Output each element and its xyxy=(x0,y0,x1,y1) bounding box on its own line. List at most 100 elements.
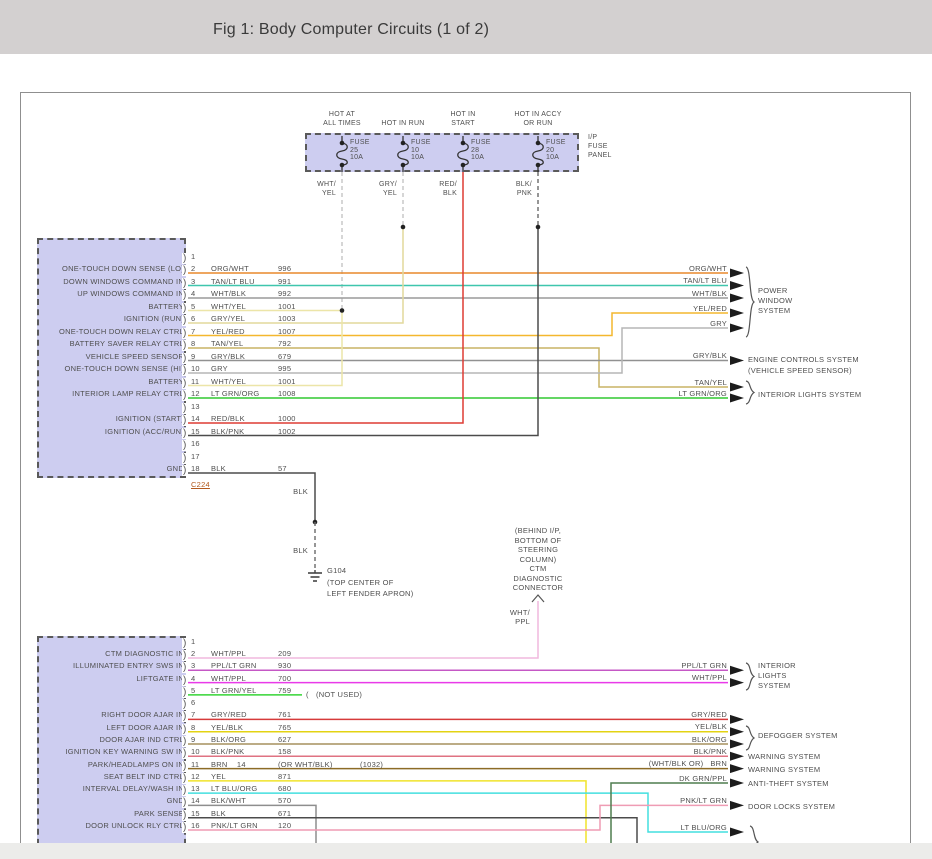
ctm-wire-color-label: PPL xyxy=(515,617,530,626)
ground-wire-color-label: BLK xyxy=(293,546,308,555)
fuse-wire-color-label: BLK/ xyxy=(515,181,532,188)
junction-dot xyxy=(460,162,466,168)
destination-wire-label: LT BLU/ORG xyxy=(680,822,727,832)
pin-wire-color: BLK xyxy=(211,464,226,473)
pin-circuit-number: 1008 xyxy=(278,389,296,398)
flow-arrow-icon xyxy=(730,293,744,303)
destination-wire-label: BLK/PNK xyxy=(693,746,727,756)
flow-arrow-icon xyxy=(730,778,744,788)
pin-bracket: ) xyxy=(182,785,188,797)
pin-function-label: PARK/HEADLAMPS ON IN xyxy=(87,759,184,769)
pin-bracket: ) xyxy=(182,252,188,264)
destination-wire-label: TAN/LT BLU xyxy=(683,276,727,285)
pin-number: 8 xyxy=(191,339,196,348)
destination-wire-label: (WHT/BLK OR) BRN xyxy=(648,759,727,769)
destination-wire-label: WHT/BLK xyxy=(691,288,727,298)
wiring-diagram-page: Fig 1: Body Computer Circuits (1 of 2) H… xyxy=(0,0,932,859)
pin-function-label: SEAT BELT IND CTRL xyxy=(103,771,184,781)
pin-function-label: DOWN WINDOWS COMMAND IN xyxy=(63,276,184,286)
pin-bracket: ) xyxy=(182,760,188,772)
system-label-interior-lights: INTERIOR xyxy=(758,661,796,670)
pin-number: 8 xyxy=(191,722,196,732)
pin-bracket: ) xyxy=(182,365,188,376)
pin-number: 4 xyxy=(191,289,196,298)
flow-arrow-icon xyxy=(730,751,744,761)
junction-dot xyxy=(339,308,345,313)
system-label-interior-lights: INTERIOR LIGHTS SYSTEM xyxy=(758,390,862,399)
ctm-connector-label: (BEHIND I/P, xyxy=(514,526,562,535)
pin-circuit-number: 1001 xyxy=(278,301,296,311)
pin-number: 14 xyxy=(191,414,200,423)
fuse-header-label: HOT IN ACCY xyxy=(514,111,562,118)
fuse-amp-label: 10A xyxy=(411,154,425,161)
pin-function-label: DOOR AJAR IND CTRL xyxy=(99,734,184,744)
flow-arrow-icon xyxy=(730,764,744,774)
pin-bracket: ) xyxy=(182,402,188,414)
system-label-warning: WARNING SYSTEM xyxy=(748,752,821,761)
fuse-wire-color-label: GRY/ xyxy=(379,181,397,188)
pin-bracket: ) xyxy=(182,465,188,476)
pin-circuit-number: 991 xyxy=(278,276,292,286)
pin-function-label: INTERVAL DELAY/WASH IN xyxy=(82,784,184,794)
pin-bracket: ) xyxy=(182,662,188,674)
pin-circuit-number: 792 xyxy=(278,339,292,348)
pin-circuit-number: 570 xyxy=(278,796,292,806)
destination-wire-label: BLK/ORG xyxy=(691,734,727,744)
destination-wire-label: GRY xyxy=(710,318,727,328)
pin-wire-color: GRY/BLK xyxy=(211,351,246,361)
pin-function-label: LIFTGATE IN xyxy=(136,673,184,683)
destination-wire-label: DK GRN/PPL xyxy=(679,773,727,783)
system-label-defogger: DEFOGGER SYSTEM xyxy=(758,731,838,740)
pin-number: 13 xyxy=(191,784,200,794)
connector-id-label: C224 xyxy=(191,480,210,489)
pin-number: 12 xyxy=(191,771,200,781)
pin-wire-color: PPL/LT GRN xyxy=(211,661,257,671)
destination-wire-label: GRY/RED xyxy=(691,709,727,719)
pin-bracket: ) xyxy=(182,452,188,464)
junction-dot xyxy=(400,224,406,230)
pin-bracket: ) xyxy=(182,686,188,698)
pin-number: 9 xyxy=(191,734,196,744)
pin-function-label: ILLUMINATED ENTRY SWS IN xyxy=(72,661,184,671)
fuse-wire-color-label: YEL xyxy=(322,190,336,197)
pin-bracket: ) xyxy=(182,699,188,711)
ctm-connector-label: STEERING xyxy=(517,545,559,554)
pin-circuit-number: 627 xyxy=(278,734,292,744)
system-label-interior-lights: SYSTEM xyxy=(758,681,791,690)
system-label-interior-lights: LIGHTS xyxy=(758,671,787,680)
pin-circuit-number: 1007 xyxy=(278,326,296,336)
junction-dot xyxy=(535,162,541,168)
fuse-header-label: HOT AT xyxy=(328,111,356,118)
pin-number: 5 xyxy=(191,301,196,311)
flow-arrow-icon xyxy=(730,382,744,392)
pin-bracket: ) xyxy=(182,797,188,809)
pin-wire-color: BLK/WHT xyxy=(211,796,247,806)
pin-wire-color: BLK xyxy=(211,808,226,818)
pin-wire-color: YEL xyxy=(211,771,226,781)
flow-arrow-icon xyxy=(730,268,744,278)
ctm-connector-label: CONNECTOR xyxy=(512,583,564,592)
interior-lights-brace xyxy=(745,380,756,405)
fuse-wire-color-label: PNK xyxy=(516,190,532,197)
pin-bracket: ) xyxy=(182,427,188,439)
pin-wire-color: TAN/LT BLU xyxy=(211,276,255,286)
pin-wire-color: LT GRN/ORG xyxy=(211,389,260,398)
pin-number: 7 xyxy=(191,326,196,336)
junction-dot xyxy=(400,140,406,146)
pin-function-label: IGNITION (ACC/RUN) xyxy=(104,426,184,436)
pin-function-label: BATTERY xyxy=(148,301,184,311)
pin-circuit-number: 209 xyxy=(278,649,292,658)
ctm-connector-label: CTM xyxy=(529,564,547,573)
fuse-panel-label: PANEL xyxy=(588,152,612,159)
pin-wire-color: GRY/RED xyxy=(211,710,247,720)
pin-wire-color: BRN 14 xyxy=(211,759,246,769)
junction-dot xyxy=(339,162,345,168)
pin-number: 4 xyxy=(191,673,196,683)
pin-function-label: IGNITION KEY WARNING SW IN xyxy=(65,747,184,757)
pin-bracket: ) xyxy=(182,265,188,276)
pin-wire-color: ORG/WHT xyxy=(211,264,249,273)
flow-arrow-icon xyxy=(730,281,744,290)
pin-circuit-number: 992 xyxy=(278,289,292,298)
fuse-wire-color-label: YEL xyxy=(383,190,397,197)
pin-number: 5 xyxy=(191,685,196,695)
